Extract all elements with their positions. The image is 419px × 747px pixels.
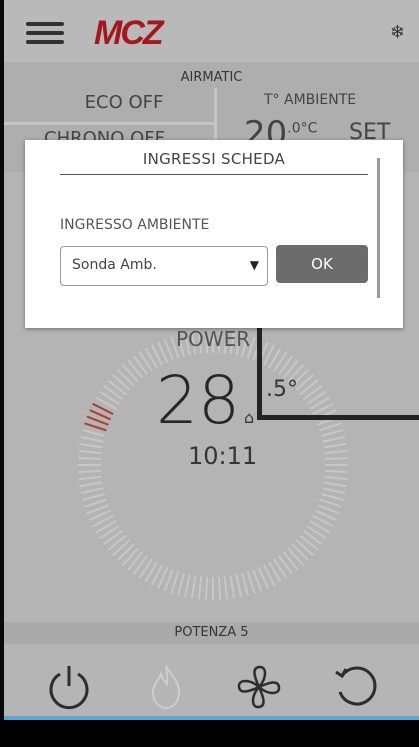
modal-backdrop[interactable] <box>0 0 419 720</box>
ingresso-ambiente-label: INGRESSO AMBIENTE <box>60 217 210 233</box>
select-value: Sonda Amb. <box>72 257 157 273</box>
system-navbar <box>0 720 419 747</box>
dialog-scrollbar[interactable] <box>377 158 380 298</box>
dialog-title: INGRESSI SCHEDA <box>142 150 286 168</box>
ok-button[interactable]: OK <box>276 245 368 283</box>
dialog-title-divider <box>60 174 368 175</box>
dropdown-arrow-icon: ▼ <box>249 258 259 272</box>
ingressi-scheda-dialog: INGRESSI SCHEDA INGRESSO AMBIENTE Sonda … <box>25 140 403 328</box>
ingresso-ambiente-select[interactable]: Sonda Amb. ▼ <box>60 246 268 286</box>
